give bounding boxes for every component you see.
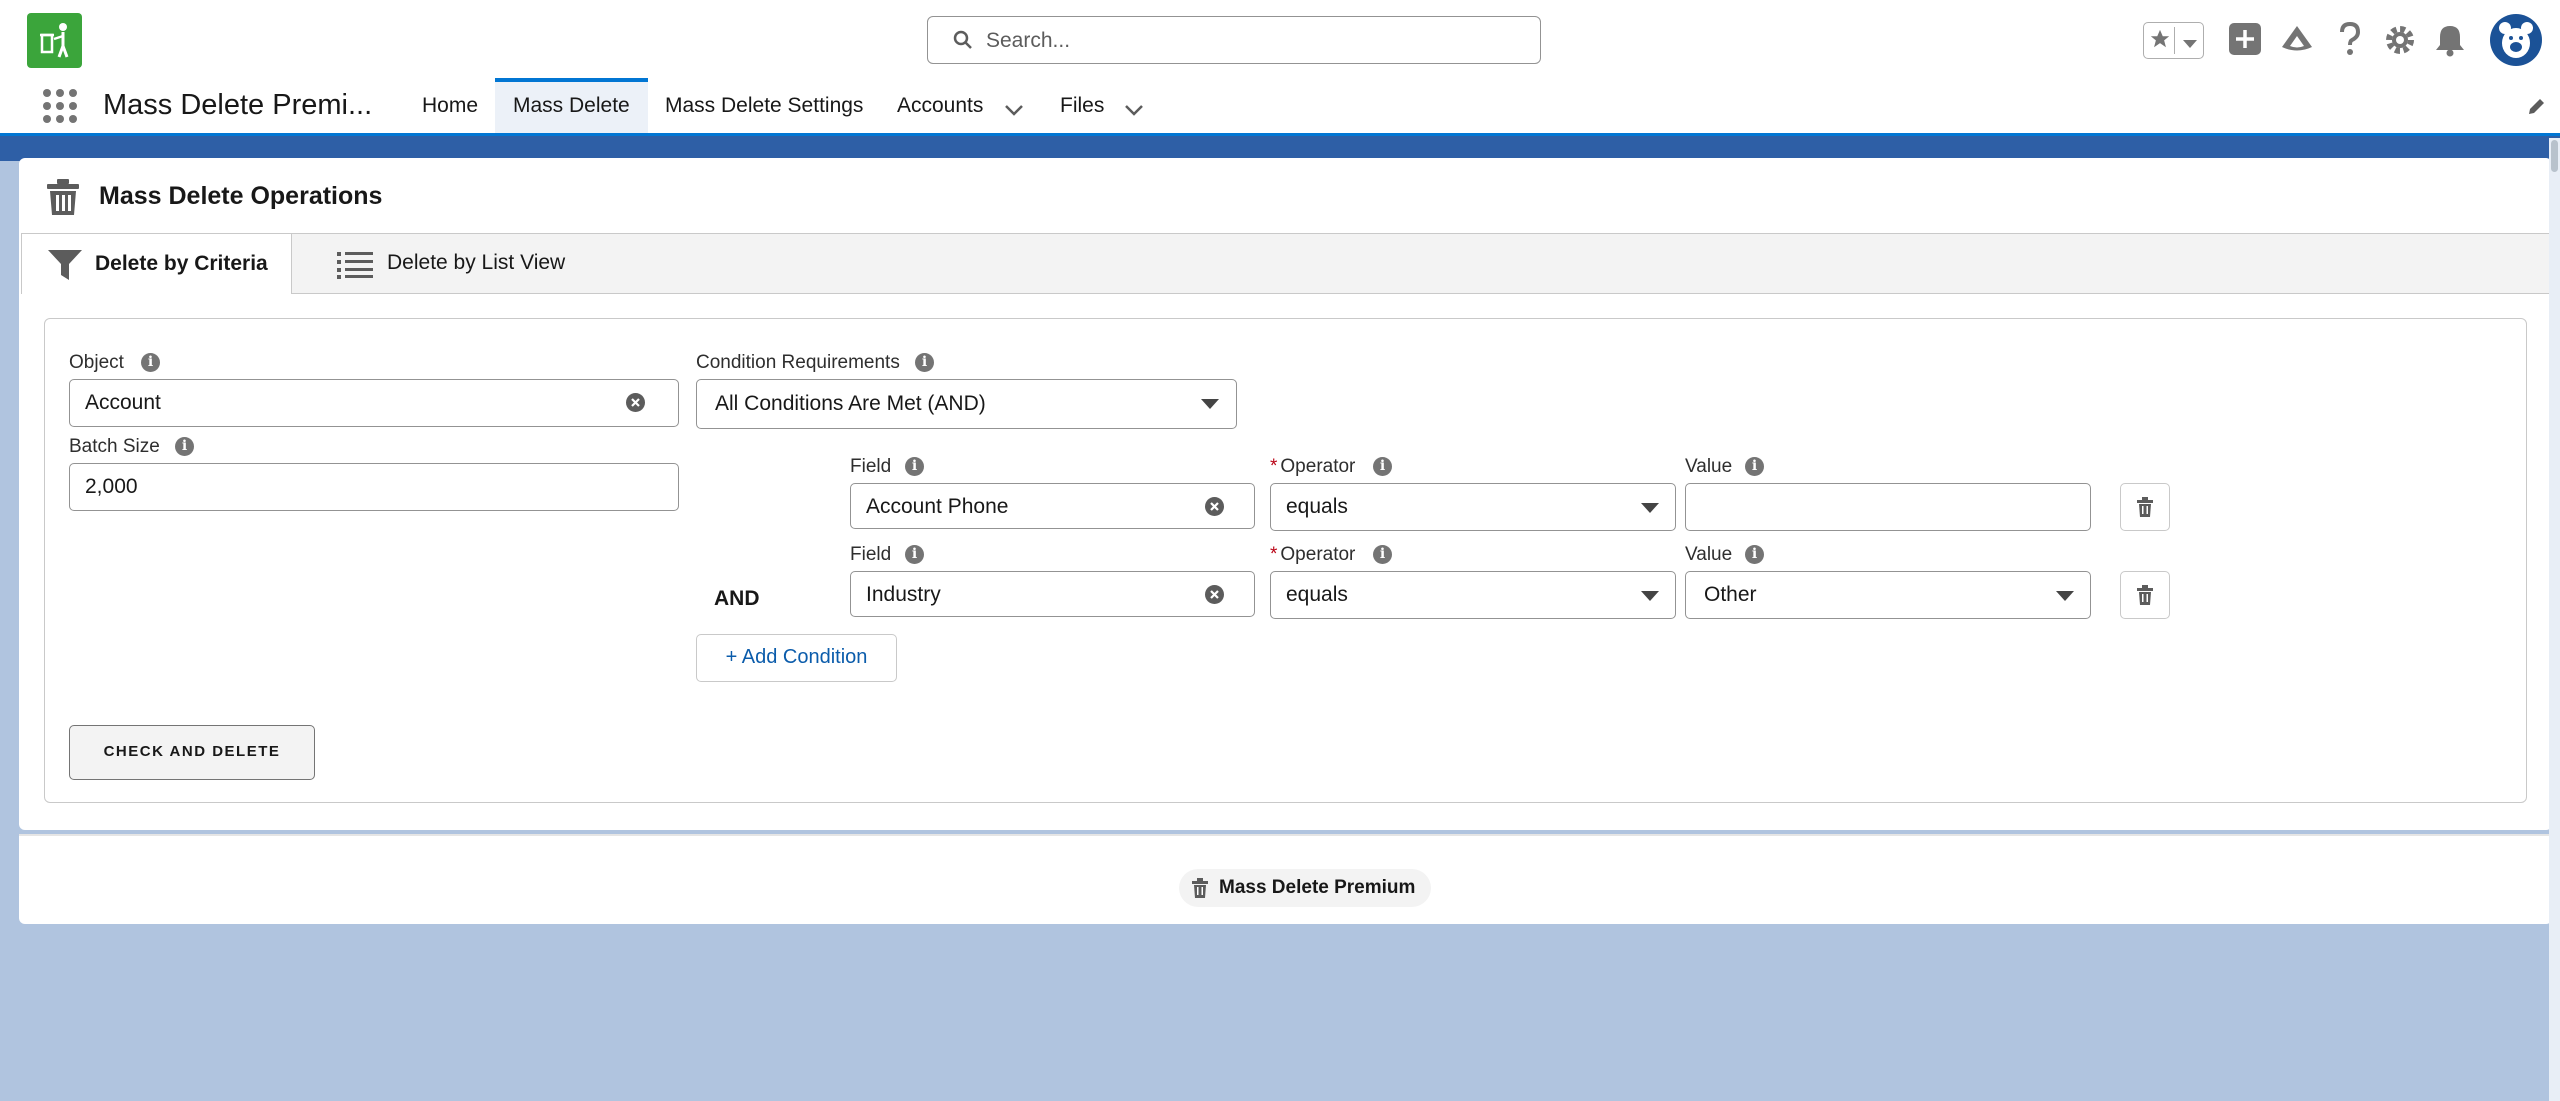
object-field[interactable]: Account [69,379,679,427]
chevron-down-icon [1641,591,1659,601]
required-marker: * [1270,544,1278,565]
bell-icon[interactable] [2434,23,2466,62]
scrollbar-track[interactable] [2549,138,2560,1101]
info-icon[interactable]: i [1373,457,1392,476]
value-label: Value [1685,456,1733,477]
search-input[interactable]: Search... [927,16,1541,64]
avatar[interactable] [2490,14,2542,66]
field-label: Field [850,456,892,477]
chevron-down-icon[interactable] [2182,36,2198,54]
navigation-bar: Mass Delete Premi... Home Mass Delete Ma… [0,78,2560,136]
clear-icon[interactable] [626,393,645,412]
chevron-down-icon [2056,591,2074,601]
condition-1-operator[interactable]: equals [1270,483,1676,531]
chevron-down-icon[interactable] [1124,98,1144,122]
tab-label: Delete by List View [387,251,566,274]
app-logo-icon[interactable] [27,13,82,68]
nav-item-mass-delete[interactable]: Mass Delete [495,78,648,133]
condition-2-value-text: Other [1704,583,1757,606]
chevron-down-icon[interactable] [1004,98,1024,122]
condition-1-field-value: Account Phone [866,495,1009,518]
object-value: Account [85,391,161,414]
condition-2-field[interactable]: Industry [850,571,1255,617]
info-icon[interactable]: i [915,353,934,372]
global-header: Search... [0,0,2560,78]
nav-item-label: Mass Delete [513,94,630,117]
condition-requirements-select[interactable]: All Conditions Are Met (AND) [696,379,1237,429]
info-icon[interactable]: i [175,437,194,456]
nav-item-files[interactable]: Files [1060,78,1170,133]
condition-2-operator-value: equals [1286,583,1348,606]
tab-delete-by-criteria[interactable]: Delete by Criteria [21,233,292,294]
info-icon[interactable]: i [905,545,924,564]
info-icon[interactable]: i [141,353,160,372]
chevron-down-icon [1201,399,1219,409]
help-icon[interactable] [2337,21,2363,61]
search-icon [953,30,973,55]
star-icon[interactable] [2149,28,2171,55]
condition-requirements-value: All Conditions Are Met (AND) [715,392,986,415]
condition-1-field[interactable]: Account Phone [850,483,1255,529]
list-icon [337,251,373,285]
edit-nav-icon[interactable] [2526,97,2546,122]
footer-card: Mass Delete Premium [19,834,2552,924]
footer-badge-label: Mass Delete Premium [1219,877,1416,898]
required-marker: * [1270,456,1278,477]
favorites-button-group[interactable] [2143,22,2204,59]
clear-icon[interactable] [1205,497,1224,516]
nav-item-label: Mass Delete Settings [665,94,864,117]
trash-icon [2137,585,2153,605]
info-icon[interactable]: i [1745,545,1764,564]
batch-size-value: 2,000 [85,475,138,498]
condition-2-value-select[interactable]: Other [1685,571,2091,619]
favorites-divider [2174,27,2175,54]
condition-1-operator-value: equals [1286,495,1348,518]
batch-size-label: Batch Size [69,436,160,457]
tab-label: Delete by Criteria [95,252,268,275]
trash-icon [1191,878,1209,903]
condition-1-value[interactable] [1685,483,2091,531]
info-icon[interactable]: i [905,457,924,476]
delete-condition-2-button[interactable] [2120,571,2170,619]
scrollbar-thumb[interactable] [2551,140,2558,172]
delete-condition-1-button[interactable] [2120,483,2170,531]
condition-2-operator[interactable]: equals [1270,571,1676,619]
info-icon[interactable]: i [1373,545,1392,564]
nav-item-label: Home [422,94,479,117]
info-icon[interactable]: i [1745,457,1764,476]
clear-icon[interactable] [1205,585,1224,604]
condition-2-field-value: Industry [866,583,941,606]
and-connector: AND [714,587,760,610]
batch-size-input[interactable]: 2,000 [69,463,679,511]
tabset: Delete by Criteria Delete by List View [21,233,2552,294]
gear-icon[interactable] [2383,23,2417,62]
add-condition-button[interactable]: + Add Condition [696,634,897,682]
chevron-down-icon [1641,503,1659,513]
value-label: Value [1685,544,1733,565]
footer-badge: Mass Delete Premium [1179,869,1431,907]
trailhead-icon[interactable] [2280,23,2314,60]
nav-item-accounts[interactable]: Accounts [897,78,1027,133]
check-and-delete-button[interactable]: CHECK AND DELETE [69,725,315,780]
nav-item-mass-delete-settings[interactable]: Mass Delete Settings [665,78,863,133]
nav-item-label: Accounts [897,94,984,117]
operator-label: * Operator [1270,456,1356,477]
trash-icon [2137,497,2153,517]
card-title: Mass Delete Operations [99,182,383,210]
app-name: Mass Delete Premi... [103,89,373,121]
app-launcher-icon[interactable] [42,88,78,129]
nav-item-home[interactable]: Home [422,78,478,133]
filter-icon [48,249,82,287]
condition-requirements-label: Condition Requirements [696,352,900,373]
field-label: Field [850,544,892,565]
tab-delete-by-list-view[interactable]: Delete by List View [312,233,582,294]
nav-item-label: Files [1060,94,1105,117]
mass-delete-card: Mass Delete Operations Delete by Criteri… [19,158,2552,830]
criteria-form: Object i Account Batch Size i 2,000 Cond… [44,318,2527,803]
add-icon[interactable] [2228,22,2262,61]
object-label: Object [69,352,124,373]
search-placeholder: Search... [986,29,1071,52]
trash-icon [45,178,81,221]
operator-label: * Operator [1270,544,1356,565]
